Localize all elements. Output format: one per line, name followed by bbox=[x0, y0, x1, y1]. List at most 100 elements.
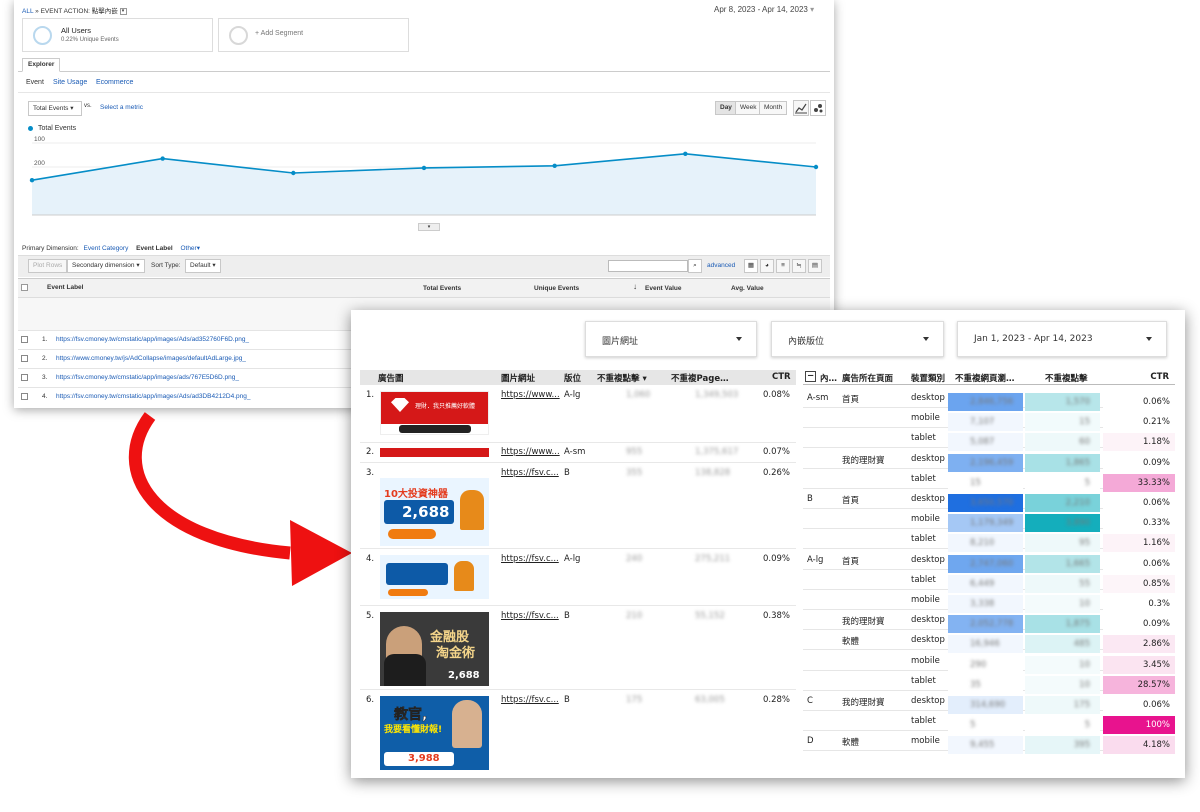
unique-pageviews-value: 275,211 bbox=[695, 554, 731, 564]
position-value: A-sm bbox=[564, 447, 586, 457]
thumb5-title2: 淘金術 bbox=[436, 646, 476, 661]
pivot-row: tablet 35 10 28.57% bbox=[803, 671, 1175, 694]
clicks-value: 10 bbox=[1079, 679, 1090, 690]
col-ad-page[interactable]: 廣告所在頁面 bbox=[842, 372, 893, 384]
thumb6-title2: 我要看懂財報! bbox=[384, 725, 443, 735]
col-unique-clicks[interactable]: 不重複點擊 bbox=[1045, 372, 1088, 384]
ctr-value: 0.06% bbox=[1142, 397, 1170, 407]
ad-thumb-red-banner: 理財．我只推薦好軟體 bbox=[380, 391, 489, 435]
ad-position-filter-label: 內嵌版位 bbox=[788, 337, 825, 347]
position-value: B bbox=[564, 611, 570, 621]
ctr-value: 0.21% bbox=[1142, 417, 1170, 428]
image-url-link[interactable]: https://fsv.c... bbox=[501, 611, 559, 621]
device-cell: desktop bbox=[911, 393, 945, 403]
dropdown-arrow-icon bbox=[923, 337, 929, 341]
col-position[interactable]: 內… bbox=[820, 372, 837, 384]
col-unique-clicks[interactable]: 不重複點擊 ▾ bbox=[597, 372, 647, 384]
col-ad-image[interactable]: 廣告圖 bbox=[378, 372, 404, 384]
pageviews-value: 2,196,459 bbox=[970, 457, 1014, 468]
pageviews-value: 2,747,060 bbox=[970, 558, 1014, 569]
row-number: 4. bbox=[366, 554, 375, 564]
page-cell: 首頁 bbox=[842, 395, 860, 405]
thumb3-price: 2,688 bbox=[402, 503, 450, 521]
ad-position-filter-dropdown[interactable]: 內嵌版位 bbox=[771, 321, 944, 357]
pivot-row: 我的理財寶 desktop 2,052,778 1,875 0.09% bbox=[803, 610, 1175, 634]
clicks-value: 15 bbox=[1079, 417, 1090, 428]
unique-pageviews-value: 1,375,617 bbox=[695, 447, 739, 457]
device-cell: mobile bbox=[911, 514, 940, 525]
device-cell: tablet bbox=[911, 675, 936, 686]
position-value: A-lg bbox=[564, 390, 581, 400]
col-image-url[interactable]: 圖片網址 bbox=[501, 372, 535, 384]
ctr-value: 4.18% bbox=[1142, 740, 1170, 751]
device-cell: desktop bbox=[911, 453, 945, 464]
pivot-row: mobile 1,179,349 3,890 0.33% bbox=[803, 509, 1175, 533]
col-device-category[interactable]: 裝置類別 bbox=[911, 372, 945, 384]
image-url-link[interactable]: https://fsv.c... bbox=[501, 695, 559, 705]
device-cell: tablet bbox=[911, 574, 936, 585]
clicks-value: 5 bbox=[1084, 477, 1090, 488]
position-value: A-lg bbox=[564, 554, 581, 564]
device-cell: tablet bbox=[911, 433, 936, 444]
clicks-heat-cell: 395 bbox=[1025, 736, 1100, 755]
col-ctr[interactable]: CTR bbox=[1150, 372, 1169, 382]
pageviews-value: 6,449 bbox=[970, 578, 995, 589]
ctr-heat-cell: 4.18% bbox=[1103, 736, 1175, 755]
pivot-row: tablet 5 5 100% bbox=[803, 711, 1175, 735]
ctr-value: 0.08% bbox=[762, 390, 790, 400]
pivot-table-header: − 內… 廣告所在頁面 裝置類別 不重複網頁瀏… 不重複點擊 CTR bbox=[803, 370, 1175, 385]
page-cell: 軟體 bbox=[842, 637, 860, 648]
pivot-row: D 軟體 mobile 9,455 395 4.18% bbox=[803, 731, 1175, 755]
unique-pageviews-value: 63,005 bbox=[695, 695, 725, 705]
clicks-value: 1,665 bbox=[1065, 558, 1090, 569]
ad-thumb-finance-stock: 金融股 淘金術 2,688 bbox=[380, 612, 489, 686]
page-cell: 我的理財寶 bbox=[842, 698, 885, 708]
collapse-icon[interactable]: − bbox=[805, 371, 816, 382]
pivot-row: C 我的理財寶 desktop 314,690 175 0.06% bbox=[803, 691, 1175, 714]
ad-row: 2. https://www... A-sm 955 1,375,617 0.0… bbox=[360, 443, 796, 463]
col-unique-pageviews[interactable]: 不重複網頁瀏… bbox=[955, 372, 1015, 384]
thumb3-title: 10大投資神器 bbox=[384, 489, 448, 500]
device-cell: tablet bbox=[911, 716, 936, 727]
pivot-row: tablet 6,449 55 0.85% bbox=[803, 570, 1175, 593]
pageviews-value: 3,650,570 bbox=[970, 498, 1014, 508]
ad-row: 1. 理財．我只推薦好軟體 https://www... A-lg 1,060 … bbox=[360, 388, 796, 443]
pivot-row: A-lg 首頁 desktop 2,747,060 1,665 0.06% bbox=[803, 550, 1175, 573]
ctr-value: 0.26% bbox=[762, 468, 790, 478]
clicks-value: 1,570 bbox=[1065, 397, 1090, 407]
image-url-filter-label: 圖片網址 bbox=[602, 337, 639, 347]
unique-clicks-value: 175 bbox=[626, 695, 643, 705]
ad-thumb-red-strip bbox=[380, 448, 489, 457]
ctr-value: 0.09% bbox=[1142, 619, 1170, 630]
col-unique-pageviews[interactable]: 不重複Page… bbox=[671, 372, 729, 384]
ad-row: 5. 金融股 淘金術 2,688 https://fsv.c... B 210 … bbox=[360, 606, 796, 690]
pageviews-value: 3,338 bbox=[970, 599, 995, 609]
image-url-link[interactable]: https://www... bbox=[501, 390, 560, 400]
row-number: 5. bbox=[366, 611, 375, 621]
col-ctr[interactable]: CTR bbox=[772, 372, 791, 382]
ad-thumb-2688-small bbox=[380, 555, 489, 599]
ctr-value: 0.33% bbox=[1142, 518, 1170, 529]
ctr-value: 100% bbox=[1145, 720, 1170, 731]
col-position[interactable]: 版位 bbox=[564, 372, 581, 384]
pageviews-value: 7,107 bbox=[970, 417, 995, 428]
image-url-link[interactable]: https://fsv.c... bbox=[501, 468, 559, 478]
date-range-dropdown[interactable]: Jan 1, 2023 - Apr 14, 2023 bbox=[957, 321, 1167, 357]
pivot-row: tablet 5,087 60 1.18% bbox=[803, 428, 1175, 452]
device-cell: desktop bbox=[911, 615, 945, 626]
unique-clicks-value: 210 bbox=[626, 611, 643, 621]
image-url-link[interactable]: https://fsv.c... bbox=[501, 554, 559, 564]
pivot-row: A-sm 首頁 desktop 2,846,756 1,570 0.06% bbox=[803, 388, 1175, 411]
position-cell: A-sm bbox=[807, 393, 829, 403]
pivot-row: 軟體 desktop 16,946 485 2.86% bbox=[803, 630, 1175, 654]
date-range-label: Jan 1, 2023 - Apr 14, 2023 bbox=[974, 334, 1093, 344]
position-cell: B bbox=[807, 494, 813, 504]
pivot-row: mobile 7,107 15 0.21% bbox=[803, 408, 1175, 432]
clicks-value: 1,875 bbox=[1065, 619, 1090, 630]
pivot-row: B 首頁 desktop 3,650,570 2,210 0.06% bbox=[803, 489, 1175, 512]
pageviews-value: 15 bbox=[970, 477, 981, 488]
pageviews-value: 16,946 bbox=[970, 639, 1000, 650]
image-url-link[interactable]: https://www... bbox=[501, 447, 560, 457]
image-url-filter-dropdown[interactable]: 圖片網址 bbox=[585, 321, 757, 357]
device-cell: tablet bbox=[911, 473, 936, 484]
